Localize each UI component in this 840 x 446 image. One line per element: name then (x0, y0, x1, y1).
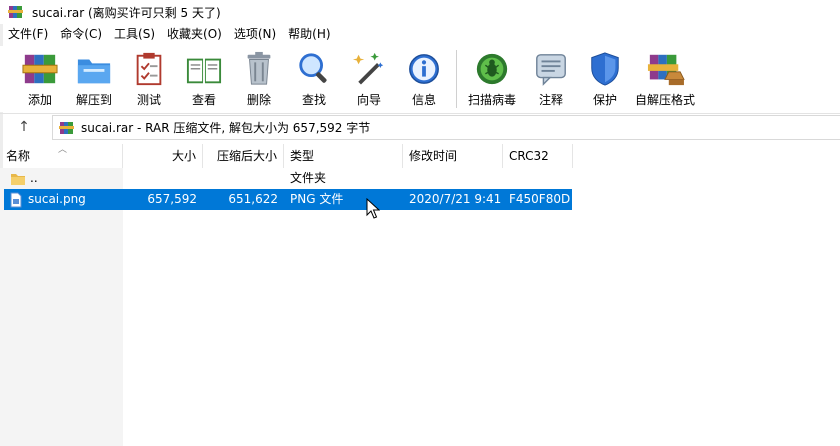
magnifier-icon (299, 53, 327, 83)
extract-to-button[interactable]: 解压到 (66, 46, 122, 108)
find-button[interactable]: 查找 (286, 46, 342, 108)
address-bar: ↑ sucai.rar - RAR 压缩文件, 解包大小为 657,592 字节 (0, 113, 840, 140)
address-field[interactable]: sucai.rar - RAR 压缩文件, 解包大小为 657,592 字节 (52, 115, 840, 140)
title-bar: sucai.rar (离购买许可只剩 5 天了) (0, 0, 840, 24)
info-icon (409, 54, 439, 84)
table-row-parent-folder[interactable]: .. 文件夹 (4, 168, 572, 189)
wizard-wand-icon (352, 52, 384, 85)
cell-crc (503, 168, 572, 189)
comment-button[interactable]: 注释 (523, 46, 579, 108)
add-label: 添加 (27, 93, 52, 107)
png-file-icon (10, 192, 22, 207)
menu-commands[interactable]: 命令(C) (54, 24, 108, 45)
cell-modified: 2020/7/21 9:41 (409, 192, 502, 206)
virus-scan-button[interactable]: 扫描病毒 (461, 46, 523, 108)
wizard-label: 向导 (356, 93, 381, 107)
find-label: 查找 (301, 93, 326, 107)
cell-crc: F450F80D (509, 192, 571, 206)
cell-packed (203, 168, 284, 189)
delete-label: 删除 (246, 93, 271, 107)
test-button[interactable]: 测试 (122, 46, 176, 108)
menu-bar: 文件(F) 命令(C) 工具(S) 收藏夹(O) 选项(N) 帮助(H) (0, 24, 840, 45)
menu-favorites[interactable]: 收藏夹(O) (161, 24, 228, 45)
window-title: sucai.rar (离购买许可只剩 5 天了) (32, 5, 221, 20)
menu-options[interactable]: 选项(N) (228, 24, 282, 45)
menu-help[interactable]: 帮助(H) (282, 24, 336, 45)
winrar-app-icon (8, 6, 23, 18)
extract-to-icon (77, 59, 111, 84)
trash-icon (247, 51, 271, 85)
comment-icon (536, 54, 566, 86)
virus-scan-icon (476, 53, 508, 85)
protect-label: 保护 (592, 93, 617, 107)
sort-ascending-icon: ︿ (58, 145, 68, 155)
cell-size: 657,592 (147, 192, 197, 206)
toolbar-separator (456, 50, 457, 108)
info-label: 信息 (411, 93, 436, 107)
column-packed-size[interactable]: 压缩后大小 (203, 144, 284, 168)
cell-type: PNG 文件 (290, 192, 344, 206)
comment-label: 注释 (538, 93, 563, 107)
protect-button[interactable]: 保护 (579, 46, 631, 108)
view-label: 查看 (191, 93, 216, 107)
cell-name: sucai.png (4, 189, 123, 210)
cell-packed: 651,622 (228, 192, 278, 206)
column-modified[interactable]: 修改时间 (403, 144, 503, 168)
table-row-sucai-png[interactable]: sucai.png 657,592 651,622 PNG 文件 2020/7/… (4, 189, 572, 210)
sfx-label: 自解压格式 (634, 93, 695, 107)
sfx-icon (647, 54, 685, 86)
menu-tools[interactable]: 工具(S) (108, 24, 161, 45)
folder-icon (11, 173, 25, 185)
virus-scan-label: 扫描病毒 (467, 93, 516, 107)
delete-button[interactable]: 删除 (232, 46, 286, 108)
view-book-icon (186, 58, 222, 84)
wizard-button[interactable]: 向导 (342, 46, 396, 108)
file-list-header: 名称 ︿ 大小 压缩后大小 类型 修改时间 CRC32 (0, 144, 840, 168)
mouse-cursor-icon (366, 198, 380, 219)
view-button[interactable]: 查看 (176, 46, 232, 108)
cell-modified (403, 168, 503, 189)
shield-icon (591, 52, 619, 86)
column-size[interactable]: 大小 (123, 144, 203, 168)
column-name[interactable]: 名称 ︿ (0, 144, 123, 168)
cell-name: .. (4, 168, 123, 189)
extract-to-label: 解压到 (75, 93, 112, 107)
column-crc32[interactable]: CRC32 (503, 144, 573, 168)
toolbar: 添加 解压到 测试 查看 删除 查找 向导 信息 扫描病毒 注释 保护 自解压格… (0, 46, 840, 112)
cell-size (123, 168, 203, 189)
sfx-button[interactable]: 自解压格式 (631, 46, 699, 108)
test-icon (136, 52, 162, 86)
info-button[interactable]: 信息 (396, 46, 452, 108)
add-button[interactable]: 添加 (14, 46, 66, 108)
test-label: 测试 (136, 93, 161, 107)
up-button[interactable]: ↑ (0, 114, 48, 140)
archive-icon (59, 121, 74, 134)
up-arrow-icon: ↑ (18, 119, 30, 135)
menu-file[interactable]: 文件(F) (2, 24, 54, 45)
column-type[interactable]: 类型 (284, 144, 403, 168)
address-text: sucai.rar - RAR 压缩文件, 解包大小为 657,592 字节 (81, 121, 371, 135)
cell-type: 文件夹 (290, 171, 327, 185)
add-archive-icon (22, 54, 58, 84)
